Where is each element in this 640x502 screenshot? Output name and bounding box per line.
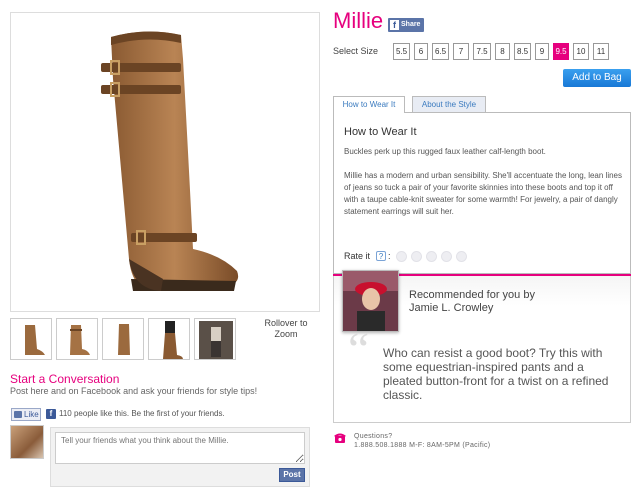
facebook-like-button[interactable]: Like (11, 408, 41, 421)
tab-how-to-wear-it[interactable]: How to Wear It (333, 96, 405, 113)
rating-star-5[interactable] (456, 251, 467, 262)
size-option-7[interactable]: 7 (453, 43, 469, 60)
select-size-label: Select Size (333, 46, 379, 56)
stylist-name: Jamie L. Crowley (409, 302, 494, 314)
questions-label: Questions? (354, 433, 393, 440)
thumbnail-boot-front[interactable] (102, 318, 144, 360)
recommendation-quote: Who can resist a good boot? Try this wit… (383, 346, 609, 402)
like-count-text: 110 people like this. Be the first of yo… (59, 409, 225, 418)
quote-mark-icon: “ (348, 323, 370, 376)
comment-input[interactable] (55, 432, 305, 464)
rate-colon: : (388, 251, 391, 261)
size-option-8[interactable]: 8 (495, 43, 510, 60)
add-to-bag-button[interactable]: Add to Bag (563, 69, 631, 87)
panel-description: Millie has a modern and urban sensibilit… (344, 171, 622, 216)
facebook-share-button[interactable]: f Share (388, 18, 424, 32)
size-option-5-5[interactable]: 5.5 (393, 43, 410, 60)
like-label: Like (24, 410, 39, 419)
thumbnail-boot-angle[interactable] (56, 318, 98, 360)
customer-service-info: Questions? 1.888.508.1888 M-F: 8AM-5PM (… (354, 432, 490, 450)
post-button[interactable]: Post (279, 468, 305, 482)
phone-icon (334, 433, 346, 443)
tab-about-the-style[interactable]: About the Style (412, 96, 486, 112)
facebook-icon: f (390, 20, 399, 30)
rating-star-2[interactable] (411, 251, 422, 262)
thumbnail-boot-modeled[interactable] (148, 318, 190, 360)
facebook-icon: f (46, 409, 56, 419)
avatar (10, 425, 44, 459)
conversation-title: Start a Conversation (10, 372, 120, 386)
rating-star-1[interactable] (396, 251, 407, 262)
size-option-6-5[interactable]: 6.5 (432, 43, 449, 60)
thumbnail-boot-side[interactable] (10, 318, 52, 360)
boot-illustration (101, 31, 239, 291)
comment-box: Post (50, 427, 310, 487)
size-option-9[interactable]: 9 (535, 43, 549, 60)
rate-help-icon[interactable]: ? (376, 251, 386, 261)
size-option-9-5[interactable]: 9.5 (553, 43, 569, 60)
product-title: Millie (333, 8, 384, 33)
rating-star-3[interactable] (426, 251, 437, 262)
conversation-subtitle: Post here and on Facebook and ask your f… (10, 386, 258, 396)
panel-intro: Buckles perk up this rugged faux leather… (344, 147, 546, 156)
size-option-7-5[interactable]: 7.5 (473, 43, 491, 60)
rate-label: Rate it (344, 251, 371, 261)
thumbs-up-icon (14, 411, 22, 418)
product-main-image[interactable] (10, 12, 320, 312)
recommendation-title: Recommended for you by (409, 289, 535, 301)
rating-star-4[interactable] (441, 251, 452, 262)
size-option-8-5[interactable]: 8.5 (514, 43, 531, 60)
rollover-zoom-hint: Rollover to Zoom (264, 318, 308, 339)
size-option-11[interactable]: 11 (593, 43, 609, 60)
size-option-6[interactable]: 6 (414, 43, 428, 60)
thumbnail-outfit[interactable] (194, 318, 236, 360)
panel-title: How to Wear It (344, 126, 417, 138)
phone-hours: 1.888.508.1888 M-F: 8AM-5PM (Pacific) (354, 442, 491, 449)
share-label: Share (401, 21, 421, 28)
size-option-10[interactable]: 10 (573, 43, 589, 60)
